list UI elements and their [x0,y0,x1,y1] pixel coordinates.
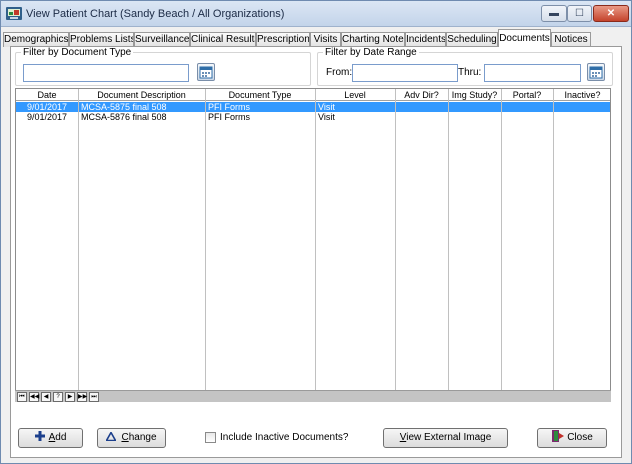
column-divider [78,89,79,390]
cell-img-study [451,102,499,112]
nav-prev-page-button[interactable]: ◀◀ [29,392,39,402]
column-header-description[interactable]: Document Description [78,89,205,101]
prev-record-icon: ◀ [43,394,49,400]
column-divider [205,89,206,390]
tab-surveillance[interactable]: Surveillance [134,32,190,47]
column-divider [448,89,449,390]
tab-visits[interactable]: Visits [310,32,341,47]
nav-next-page-button[interactable]: ▶▶ [77,392,87,402]
table-header: Date Document Description Document Type … [16,89,610,101]
column-header-type[interactable]: Document Type [205,89,315,101]
column-divider [395,89,396,390]
tab-incidents[interactable]: Incidents [405,32,446,47]
cell-level: Visit [318,112,335,122]
app-icon [6,7,22,20]
plus-icon [34,431,45,441]
view-external-image-button[interactable]: View External Image [383,428,508,448]
tab-clinical-results[interactable]: Clinical Results [190,32,256,47]
triangle-up-icon [105,430,118,442]
table-row[interactable]: 9/01/2017 MCSA-5876 final 508 PFI Forms … [16,112,610,122]
calendar-icon [589,66,603,79]
next-page-icon: ▶▶ [78,394,88,400]
change-button[interactable]: Change [97,428,166,448]
include-inactive-label[interactable]: Include Inactive Documents? [220,432,348,443]
nav-first-button[interactable]: ⏮ [17,392,27,402]
include-inactive-checkbox[interactable] [205,432,216,443]
close-window-button[interactable]: ✕ [593,5,629,22]
documents-panel: Filter by Document Type Filter by Date R… [10,46,622,458]
record-navigator: ⏮ ◀◀ ◀ ? ▶ ▶▶ ⏭ [15,390,611,402]
cell-adv-dir [398,102,446,112]
date-range-filter-group: Filter by Date Range From: Thru: [317,47,613,86]
cell-type: PFI Forms [208,112,250,122]
patient-chart-window: View Patient Chart (Sandy Beach / All Or… [0,0,632,464]
minimize-button[interactable]: ▬ [541,5,567,22]
close-icon: ✕ [606,8,616,19]
cell-type: PFI Forms [208,102,250,112]
doc-type-filter-input[interactable] [23,64,189,82]
from-date-input[interactable] [352,64,458,82]
tab-problems-lists[interactable]: Problems Lists [69,32,134,47]
question-icon: ? [56,394,60,400]
from-date-label: From: [326,67,353,78]
date-range-filter-legend: Filter by Date Range [323,47,419,58]
column-divider [553,89,554,390]
tab-prescriptions[interactable]: Prescriptions [256,32,310,47]
maximize-icon: ☐ [575,8,584,19]
cell-description: MCSA-5875 final 508 [81,102,167,112]
add-button[interactable]: Add [18,428,83,448]
nav-prev-button[interactable]: ◀ [41,392,51,402]
documents-table[interactable]: Date Document Description Document Type … [15,88,611,391]
doc-type-filter-legend: Filter by Document Type [21,47,134,58]
column-divider [315,89,316,390]
cell-date: 9/01/2017 [26,112,68,122]
thru-date-label: Thru: [458,67,482,78]
column-header-inactive[interactable]: Inactive? [553,89,610,101]
tab-notices[interactable]: Notices [551,32,591,47]
table-row[interactable]: 9/01/2017 MCSA-5875 final 508 PFI Forms … [16,102,610,112]
minimize-icon: ▬ [549,8,559,19]
cell-description: MCSA-5876 final 508 [81,112,167,122]
doc-type-lookup-button[interactable] [197,63,215,81]
tab-charting-notes[interactable]: Charting Notes [341,32,405,47]
column-header-level[interactable]: Level [315,89,395,101]
cell-portal [504,112,551,122]
cell-level: Visit [318,102,335,112]
column-header-img-study[interactable]: Img Study? [448,89,501,101]
close-button[interactable]: Close [537,428,607,448]
exit-door-icon [552,430,565,442]
title-bar[interactable]: View Patient Chart (Sandy Beach / All Or… [1,1,631,27]
column-header-adv-dir[interactable]: Adv Dir? [395,89,448,101]
window-title: View Patient Chart (Sandy Beach / All Or… [26,8,285,20]
tab-demographics[interactable]: Demographics [3,32,69,47]
nav-next-button[interactable]: ▶ [65,392,75,402]
nav-search-button[interactable]: ? [53,392,63,402]
tab-scheduling[interactable]: Scheduling [446,32,498,47]
cell-img-study [451,112,499,122]
doc-type-filter-group: Filter by Document Type [15,47,311,86]
maximize-button[interactable]: ☐ [567,5,592,22]
date-range-calendar-button[interactable] [587,63,605,81]
cell-adv-dir [398,112,446,122]
calendar-lookup-icon [199,66,213,79]
column-divider [501,89,502,390]
cell-inactive [556,112,610,122]
last-record-icon: ⏭ [91,394,97,400]
column-header-date[interactable]: Date [16,89,78,101]
cell-inactive [556,102,610,112]
column-header-portal[interactable]: Portal? [501,89,553,101]
next-record-icon: ▶ [67,394,73,400]
chart-tabs: Demographics Problems Lists Surveillance… [3,29,630,47]
prev-page-icon: ◀◀ [30,394,40,400]
cell-date: 9/01/2017 [26,102,68,112]
nav-last-button[interactable]: ⏭ [89,392,99,402]
tab-documents[interactable]: Documents [498,29,551,47]
cell-portal [504,102,551,112]
first-record-icon: ⏮ [19,394,25,400]
thru-date-input[interactable] [484,64,581,82]
